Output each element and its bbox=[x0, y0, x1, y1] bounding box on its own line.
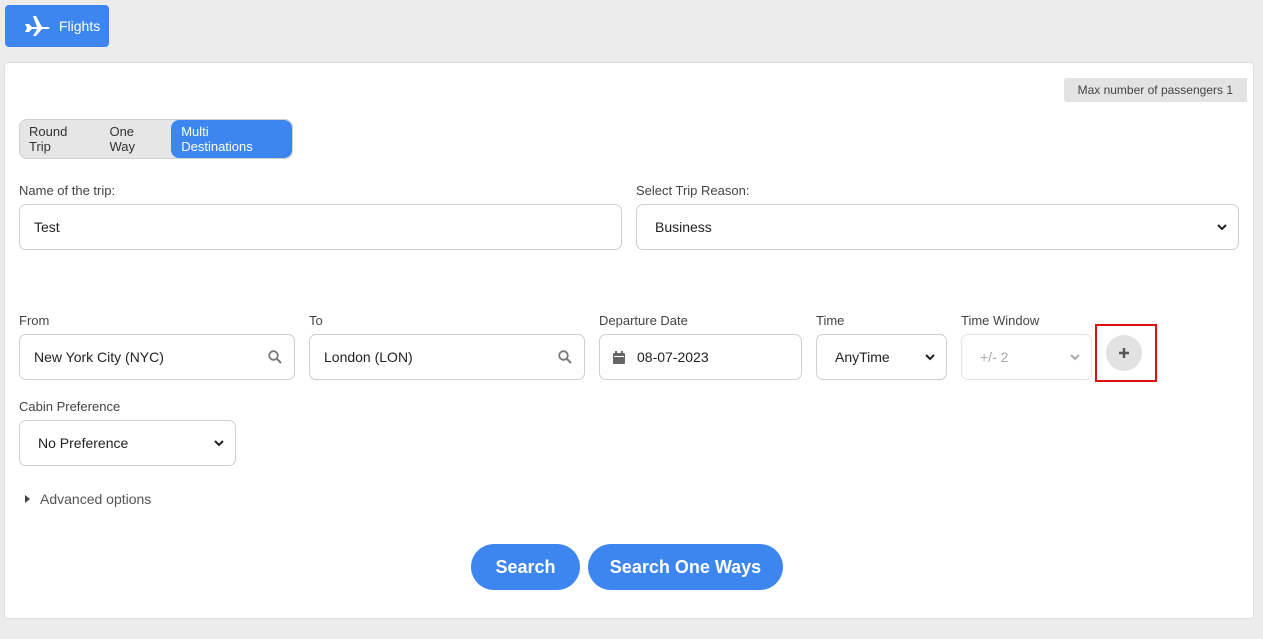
flights-tab-label: Flights bbox=[59, 18, 101, 34]
search-button[interactable]: Search bbox=[471, 544, 580, 590]
advanced-options-toggle[interactable]: Advanced options bbox=[25, 491, 151, 507]
cabin-preference-value: No Preference bbox=[38, 435, 129, 451]
to-input[interactable]: London (LON) bbox=[309, 334, 585, 380]
chevron-down-icon bbox=[925, 354, 935, 361]
caret-right-icon bbox=[25, 495, 30, 503]
chevron-down-icon bbox=[1070, 354, 1080, 361]
airplane-icon bbox=[25, 16, 50, 36]
chevron-down-icon bbox=[1217, 224, 1227, 231]
trip-name-input[interactable]: Test bbox=[19, 204, 622, 250]
trip-reason-select[interactable]: Business bbox=[636, 204, 1239, 250]
search-one-ways-button[interactable]: Search One Ways bbox=[588, 544, 783, 590]
trip-type-toggle: Round Trip One Way Multi Destinations bbox=[19, 119, 293, 159]
search-icon bbox=[268, 350, 282, 364]
to-value: London (LON) bbox=[324, 349, 413, 365]
from-value: New York City (NYC) bbox=[34, 349, 164, 365]
search-icon bbox=[558, 350, 572, 364]
from-input[interactable]: New York City (NYC) bbox=[19, 334, 295, 380]
advanced-options-label: Advanced options bbox=[40, 491, 152, 507]
trip-name-label: Name of the trip: bbox=[19, 183, 116, 198]
to-label: To bbox=[309, 313, 323, 328]
chevron-down-icon bbox=[214, 440, 224, 447]
trip-name-value: Test bbox=[34, 219, 60, 235]
time-value: AnyTime bbox=[835, 349, 890, 365]
cabin-preference-select[interactable]: No Preference bbox=[19, 420, 236, 466]
time-window-label: Time Window bbox=[961, 313, 1040, 328]
trip-reason-label: Select Trip Reason: bbox=[636, 183, 750, 198]
search-form-card: Max number of passengers 1 Round Trip On… bbox=[5, 63, 1253, 618]
time-window-value: +/- 2 bbox=[980, 349, 1009, 365]
departure-date-label: Departure Date bbox=[599, 313, 688, 328]
calendar-icon bbox=[613, 350, 625, 364]
from-label: From bbox=[19, 313, 50, 328]
time-label: Time bbox=[816, 313, 845, 328]
trip-type-one-way[interactable]: One Way bbox=[100, 120, 171, 158]
max-passengers-badge: Max number of passengers 1 bbox=[1063, 78, 1247, 102]
flights-tab[interactable]: Flights bbox=[5, 5, 109, 47]
departure-date-input[interactable]: 08-07-2023 bbox=[599, 334, 802, 380]
trip-reason-value: Business bbox=[655, 219, 712, 235]
time-select[interactable]: AnyTime bbox=[816, 334, 947, 380]
departure-date-value: 08-07-2023 bbox=[637, 349, 709, 365]
cabin-preference-label: Cabin Preference bbox=[19, 399, 121, 414]
add-destination-button[interactable] bbox=[1106, 335, 1142, 371]
trip-type-multi-destinations[interactable]: Multi Destinations bbox=[171, 120, 292, 158]
plus-icon bbox=[1119, 348, 1129, 358]
trip-type-round-trip[interactable]: Round Trip bbox=[20, 120, 100, 158]
time-window-select[interactable]: +/- 2 bbox=[961, 334, 1092, 380]
